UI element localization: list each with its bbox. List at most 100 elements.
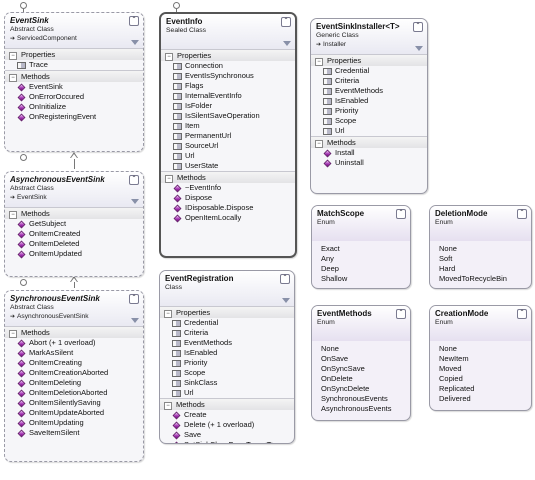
enum-value[interactable]: AsynchronousEvents <box>312 404 410 414</box>
method-item[interactable]: Uninstall <box>311 158 427 168</box>
enum-header[interactable]: MatchScope Enum ⌃ <box>312 206 410 241</box>
collapse-chevron-icon[interactable]: ⌃ <box>129 175 139 185</box>
collapse-toggle-icon[interactable]: − <box>9 51 17 60</box>
method-item[interactable]: OnItemDeleted <box>5 239 143 249</box>
class-header[interactable]: AsynchronousEventSink Abstract Class ➔ Ev… <box>5 172 143 207</box>
enum-value[interactable]: Hard <box>430 264 531 274</box>
class-eventinfo[interactable]: EventInfo Sealed Class ⌃ − Properties Conn… <box>159 12 297 258</box>
method-item[interactable]: GetSubject <box>5 219 143 229</box>
methods-section-header[interactable]: − Methods <box>5 207 143 219</box>
property-item[interactable]: SinkClass <box>160 378 294 388</box>
class-header[interactable]: SynchronousEventSink Abstract Class ➔ Asy… <box>5 291 143 326</box>
enum-value[interactable]: None <box>312 344 410 354</box>
enum-value[interactable]: Deep <box>312 264 410 274</box>
collapse-toggle-icon[interactable]: − <box>315 57 323 66</box>
collapse-chevron-icon[interactable]: ⌃ <box>396 209 406 219</box>
method-item[interactable]: SaveItemSilent <box>5 428 143 438</box>
properties-section-header[interactable]: − Properties <box>161 49 295 61</box>
collapse-chevron-icon[interactable]: ⌃ <box>413 22 423 32</box>
method-item[interactable]: SetSinkClassFromType<T> <box>160 440 294 443</box>
property-item[interactable]: Scope <box>311 116 427 126</box>
enum-value[interactable]: Moved <box>430 364 531 374</box>
method-item[interactable]: OnItemSilentlySaving <box>5 398 143 408</box>
collapse-toggle-icon[interactable]: − <box>165 52 173 61</box>
property-item[interactable]: Credential <box>160 318 294 328</box>
property-item[interactable]: IsEnabled <box>160 348 294 358</box>
collapse-toggle-icon[interactable]: − <box>9 73 17 82</box>
method-item[interactable]: OnInitialize <box>5 102 143 112</box>
method-item[interactable]: OnRegisteringEvent <box>5 112 143 122</box>
enum-value[interactable]: SynchronousEvents <box>312 394 410 404</box>
method-item[interactable]: Delete (+ 1 overload) <box>160 420 294 430</box>
enum-value[interactable]: Delivered <box>430 394 531 404</box>
method-item[interactable]: OnItemCreating <box>5 358 143 368</box>
enum-value[interactable]: OnSave <box>312 354 410 364</box>
property-item[interactable]: IsEnabled <box>311 96 427 106</box>
property-item[interactable]: Connection <box>161 61 295 71</box>
class-header[interactable]: EventSinkInstaller<T> Generic Class ➔ Ins… <box>311 19 427 54</box>
collapse-chevron-icon[interactable]: ⌃ <box>517 209 527 219</box>
class-eventregistration[interactable]: EventRegistration Class ⌃ − Properties Cre… <box>159 270 295 444</box>
filter-icon[interactable] <box>283 41 291 46</box>
property-item[interactable]: Criteria <box>311 76 427 86</box>
method-item[interactable]: OnErrorOccured <box>5 92 143 102</box>
collapse-chevron-icon[interactable]: ⌃ <box>280 274 290 284</box>
property-item[interactable]: Url <box>160 388 294 398</box>
property-item[interactable]: EventMethods <box>311 86 427 96</box>
filter-icon[interactable] <box>282 298 290 303</box>
collapse-toggle-icon[interactable]: − <box>9 329 17 338</box>
property-item[interactable]: PermanentUrl <box>161 131 295 141</box>
method-item[interactable]: OnItemDeletionAborted <box>5 388 143 398</box>
property-item[interactable]: Trace <box>5 60 143 70</box>
properties-section-header[interactable]: − Properties <box>5 48 143 60</box>
collapse-toggle-icon[interactable]: − <box>164 309 172 318</box>
enum-value[interactable]: Soft <box>430 254 531 264</box>
property-item[interactable]: Credential <box>311 66 427 76</box>
method-item[interactable]: Save <box>160 430 294 440</box>
properties-section-header[interactable]: − Properties <box>160 306 294 318</box>
collapse-chevron-icon[interactable]: ⌃ <box>517 309 527 319</box>
method-item[interactable]: ~EventInfo <box>161 183 295 193</box>
property-item[interactable]: InternalEventInfo <box>161 91 295 101</box>
enum-value[interactable]: OnSyncSave <box>312 364 410 374</box>
property-item[interactable]: Item <box>161 121 295 131</box>
property-item[interactable]: Criteria <box>160 328 294 338</box>
enum-eventmethods[interactable]: EventMethods Enum ⌃ None OnSave OnSyncSave… <box>311 305 411 421</box>
class-eventsink[interactable]: EventSink Abstract Class ➔ ServicedCompon… <box>4 12 144 152</box>
method-item[interactable]: MarkAsSilent <box>5 348 143 358</box>
enum-value[interactable]: None <box>430 244 531 254</box>
enum-header[interactable]: DeletionMode Enum ⌃ <box>430 206 531 241</box>
collapse-toggle-icon[interactable]: − <box>9 210 17 219</box>
enum-creationmode[interactable]: CreationMode Enum ⌃ None NewItem Moved Copi… <box>429 305 532 411</box>
properties-section-header[interactable]: − Properties <box>311 54 427 66</box>
method-item[interactable]: OnItemCreationAborted <box>5 368 143 378</box>
method-item[interactable]: IDisposable.Dispose <box>161 203 295 213</box>
property-item[interactable]: Priority <box>311 106 427 116</box>
property-item[interactable]: EventMethods <box>160 338 294 348</box>
method-item[interactable]: Create <box>160 410 294 420</box>
method-item[interactable]: Install <box>311 148 427 158</box>
enum-value[interactable]: OnDelete <box>312 374 410 384</box>
collapse-toggle-icon[interactable]: − <box>315 139 323 148</box>
property-item[interactable]: UserState <box>161 161 295 171</box>
enum-value[interactable]: Replicated <box>430 384 531 394</box>
property-item[interactable]: IsSilentSaveOperation <box>161 111 295 121</box>
collapse-chevron-icon[interactable]: ⌃ <box>129 294 139 304</box>
method-item[interactable]: OnItemCreated <box>5 229 143 239</box>
collapse-chevron-icon[interactable]: ⌃ <box>396 309 406 319</box>
collapse-chevron-icon[interactable]: ⌃ <box>129 16 139 26</box>
property-item[interactable]: Scope <box>160 368 294 378</box>
methods-section-header[interactable]: − Methods <box>160 398 294 410</box>
class-synchronouseventsink[interactable]: SynchronousEventSink Abstract Class ➔ Asy… <box>4 290 144 462</box>
enum-header[interactable]: CreationMode Enum ⌃ <box>430 306 531 341</box>
method-item[interactable]: OpenItemLocally <box>161 213 295 223</box>
property-item[interactable]: Url <box>311 126 427 136</box>
enum-header[interactable]: EventMethods Enum ⌃ <box>312 306 410 341</box>
collapse-toggle-icon[interactable]: − <box>164 401 172 410</box>
property-item[interactable]: IsFolder <box>161 101 295 111</box>
enum-value[interactable]: None <box>430 344 531 354</box>
method-item[interactable]: EventSink <box>5 82 143 92</box>
filter-icon[interactable] <box>131 199 139 204</box>
enum-value[interactable]: Copied <box>430 374 531 384</box>
property-item[interactable]: Priority <box>160 358 294 368</box>
